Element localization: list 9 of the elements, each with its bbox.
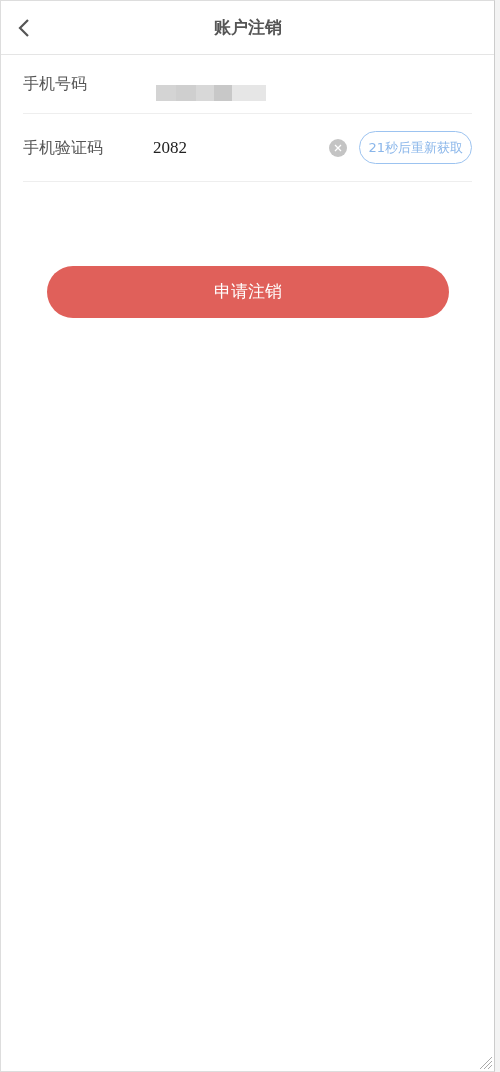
code-input[interactable]: 2082 xyxy=(153,134,303,161)
submit-button[interactable]: 申请注销 xyxy=(46,266,449,318)
resize-grip-icon[interactable] xyxy=(478,1055,492,1069)
field-label: 手机验证码 xyxy=(23,136,104,159)
field-label: 手机号码 xyxy=(23,73,88,95)
back-icon[interactable] xyxy=(17,18,31,38)
resend-button[interactable]: 21秒后重新获取 xyxy=(359,131,472,164)
clear-icon[interactable] xyxy=(329,138,348,157)
page-title: 账户注销 xyxy=(213,15,282,39)
